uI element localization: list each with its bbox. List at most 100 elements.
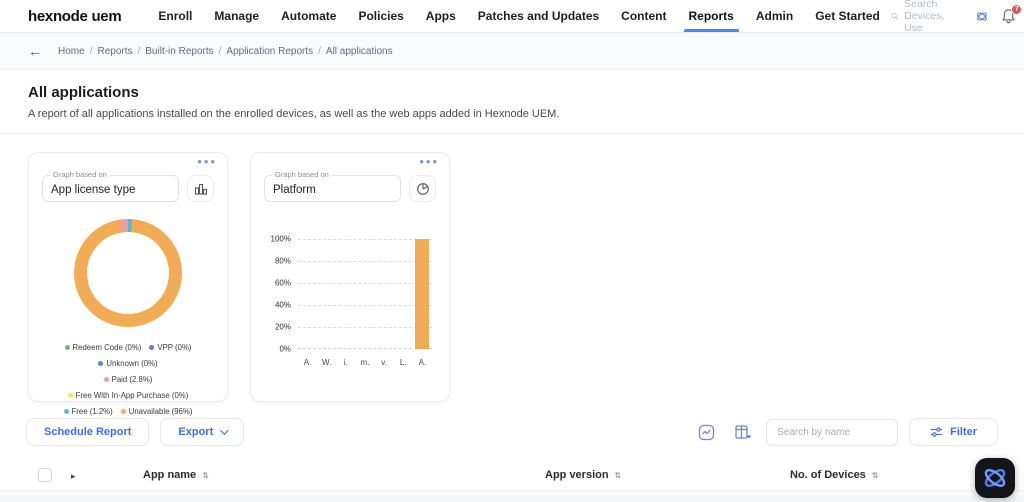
- toggle-graph-view-button[interactable]: [698, 424, 715, 441]
- search-by-name-input[interactable]: [766, 418, 899, 446]
- legend-dot: [149, 345, 155, 351]
- hexnode-logo[interactable]: hexnode uem: [28, 8, 122, 25]
- pie-chart-icon: [416, 182, 429, 195]
- crumb-separator: /: [137, 45, 141, 57]
- sort-icon[interactable]: ⇅: [202, 471, 209, 480]
- schedule-report-button[interactable]: Schedule Report: [26, 418, 150, 446]
- page-header: All applications A report of all applica…: [0, 70, 1024, 134]
- card-app-license-type: ••• Graph based on App license type Rede…: [28, 152, 228, 416]
- column-label: App name: [143, 469, 197, 481]
- nav-item-automate[interactable]: Automate: [270, 0, 347, 32]
- search-icon: [891, 12, 898, 20]
- column-label: App version: [545, 469, 609, 481]
- nav-item-get-started[interactable]: Get Started: [804, 0, 891, 32]
- sort-icon[interactable]: ⇅: [872, 471, 879, 480]
- global-search[interactable]: Search Devices, Use: [891, 0, 964, 34]
- y-tick: 100%: [270, 234, 291, 244]
- legend-item-redeem-code: Redeem Code (0%): [64, 340, 142, 356]
- schedule-report-label: Schedule Report: [44, 426, 132, 438]
- back-arrow-icon[interactable]: ←: [28, 43, 42, 59]
- x-tick: v.: [381, 358, 387, 367]
- y-tick: 60%: [274, 278, 291, 288]
- switch-to-bar-chart-button[interactable]: [187, 175, 214, 202]
- breadcrumb: Home / Reports / Built-in Reports / Appl…: [58, 46, 393, 57]
- legend-item-vpp: VPP (0%): [149, 340, 192, 356]
- crumb-all-applications[interactable]: All applications: [326, 46, 393, 57]
- legend-item-free-with-iap: Free With In-App Purchase (0%): [67, 388, 188, 404]
- nav-right-cluster: Search Devices, Use 7 ?: [891, 0, 1024, 34]
- legend-label: Unavailable (96%): [128, 406, 193, 416]
- crumb-reports[interactable]: Reports: [97, 46, 132, 57]
- platform-bar-chart[interactable]: 100% 80% 60% 40% 20% 0% A. W. i. m. v. L…: [264, 235, 436, 367]
- graph-based-on-select[interactable]: Graph based on Platform: [264, 170, 401, 202]
- card-menu-icon[interactable]: •••: [197, 155, 217, 168]
- card-platform: ••• Graph based on Platform 100% 80% 60%…: [250, 152, 450, 402]
- legend-item-paid: Paid (2.8%): [103, 372, 153, 388]
- nav-item-admin[interactable]: Admin: [745, 0, 804, 32]
- y-tick: 80%: [274, 256, 291, 266]
- hexnode-atom-icon[interactable]: [976, 8, 988, 25]
- graph-based-on-value: App license type: [51, 183, 136, 196]
- legend-dot: [103, 377, 109, 383]
- crumb-separator: /: [89, 45, 93, 57]
- legend-dot: [63, 408, 69, 414]
- x-tick: m.: [360, 358, 370, 367]
- nav-item-patches-and-updates[interactable]: Patches and Updates: [467, 0, 610, 32]
- select-all-checkbox[interactable]: [38, 468, 52, 482]
- crumb-built-in-reports[interactable]: Built-in Reports: [145, 46, 213, 57]
- filter-label: Filter: [950, 426, 977, 438]
- legend-label: VPP (0%): [157, 343, 192, 352]
- notifications-button[interactable]: 7: [1001, 4, 1023, 24]
- global-search-placeholder: Search Devices, Use: [904, 0, 945, 34]
- x-tick: L.: [399, 358, 407, 367]
- crumb-separator: /: [318, 45, 321, 57]
- nav-item-manage[interactable]: Manage: [203, 0, 270, 32]
- crumb-application-reports[interactable]: Application Reports: [226, 46, 313, 57]
- graph-based-on-label: Graph based on: [50, 170, 110, 179]
- graph-based-on-value: Platform: [273, 183, 316, 196]
- legend-dot: [64, 345, 70, 351]
- graph-based-on-select[interactable]: Graph based on App license type: [42, 170, 179, 202]
- x-tick: W.: [322, 358, 332, 367]
- expand-arrow-icon[interactable]: ▸: [62, 471, 76, 481]
- column-label: No. of Devices: [790, 469, 866, 481]
- column-header-app-name[interactable]: App name ⇅: [143, 469, 545, 481]
- nav-item-content[interactable]: Content: [610, 0, 677, 32]
- crumb-separator: /: [218, 45, 222, 57]
- nav-item-enroll[interactable]: Enroll: [147, 0, 203, 32]
- bar[interactable]: [415, 239, 430, 349]
- breadcrumb-bar: ← Home / Reports / Built-in Reports / Ap…: [0, 33, 1024, 70]
- nav-item-policies[interactable]: Policies: [347, 0, 414, 32]
- crumb-home[interactable]: Home: [58, 46, 85, 57]
- graph-based-on-label: Graph based on: [272, 170, 332, 179]
- y-tick: 20%: [274, 322, 291, 332]
- filter-button[interactable]: Filter: [909, 418, 998, 446]
- bars: [298, 239, 432, 349]
- y-tick: 0%: [279, 344, 291, 354]
- legend-item-free: Free (1.2%): [63, 404, 113, 420]
- customize-columns-button[interactable]: [734, 424, 751, 441]
- legend-item-unavailable: Unavailable (96%): [120, 404, 193, 420]
- add-column-icon: [735, 424, 751, 439]
- legend-label: Paid (2.8%): [111, 374, 153, 384]
- card-menu-icon[interactable]: •••: [419, 155, 439, 168]
- nav-item-apps[interactable]: Apps: [415, 0, 467, 32]
- legend-label: Free (1.2%): [71, 406, 113, 416]
- y-axis: 100% 80% 60% 40% 20% 0%: [264, 235, 294, 354]
- legend-dot: [98, 361, 104, 367]
- license-type-donut-chart[interactable]: [74, 219, 182, 327]
- legend-label: Redeem Code (0%): [72, 343, 142, 352]
- export-button[interactable]: Export: [160, 418, 245, 446]
- column-header-app-version[interactable]: App version ⇅: [545, 469, 790, 481]
- main-menu: Enroll Manage Automate Policies Apps Pat…: [147, 0, 890, 32]
- sort-icon[interactable]: ⇅: [615, 471, 622, 480]
- table-bottom-strip: [0, 496, 1024, 502]
- switch-to-pie-chart-button[interactable]: [409, 175, 436, 202]
- legend-dot: [67, 392, 73, 398]
- nav-item-reports[interactable]: Reports: [678, 0, 745, 32]
- hexnode-chat-widget-button[interactable]: [975, 458, 1015, 498]
- notification-badge: 7: [1011, 4, 1023, 15]
- x-tick: A.: [418, 358, 427, 367]
- plot-area: [298, 239, 432, 349]
- x-axis-labels: A. W. i. m. v. L. A.: [298, 358, 432, 367]
